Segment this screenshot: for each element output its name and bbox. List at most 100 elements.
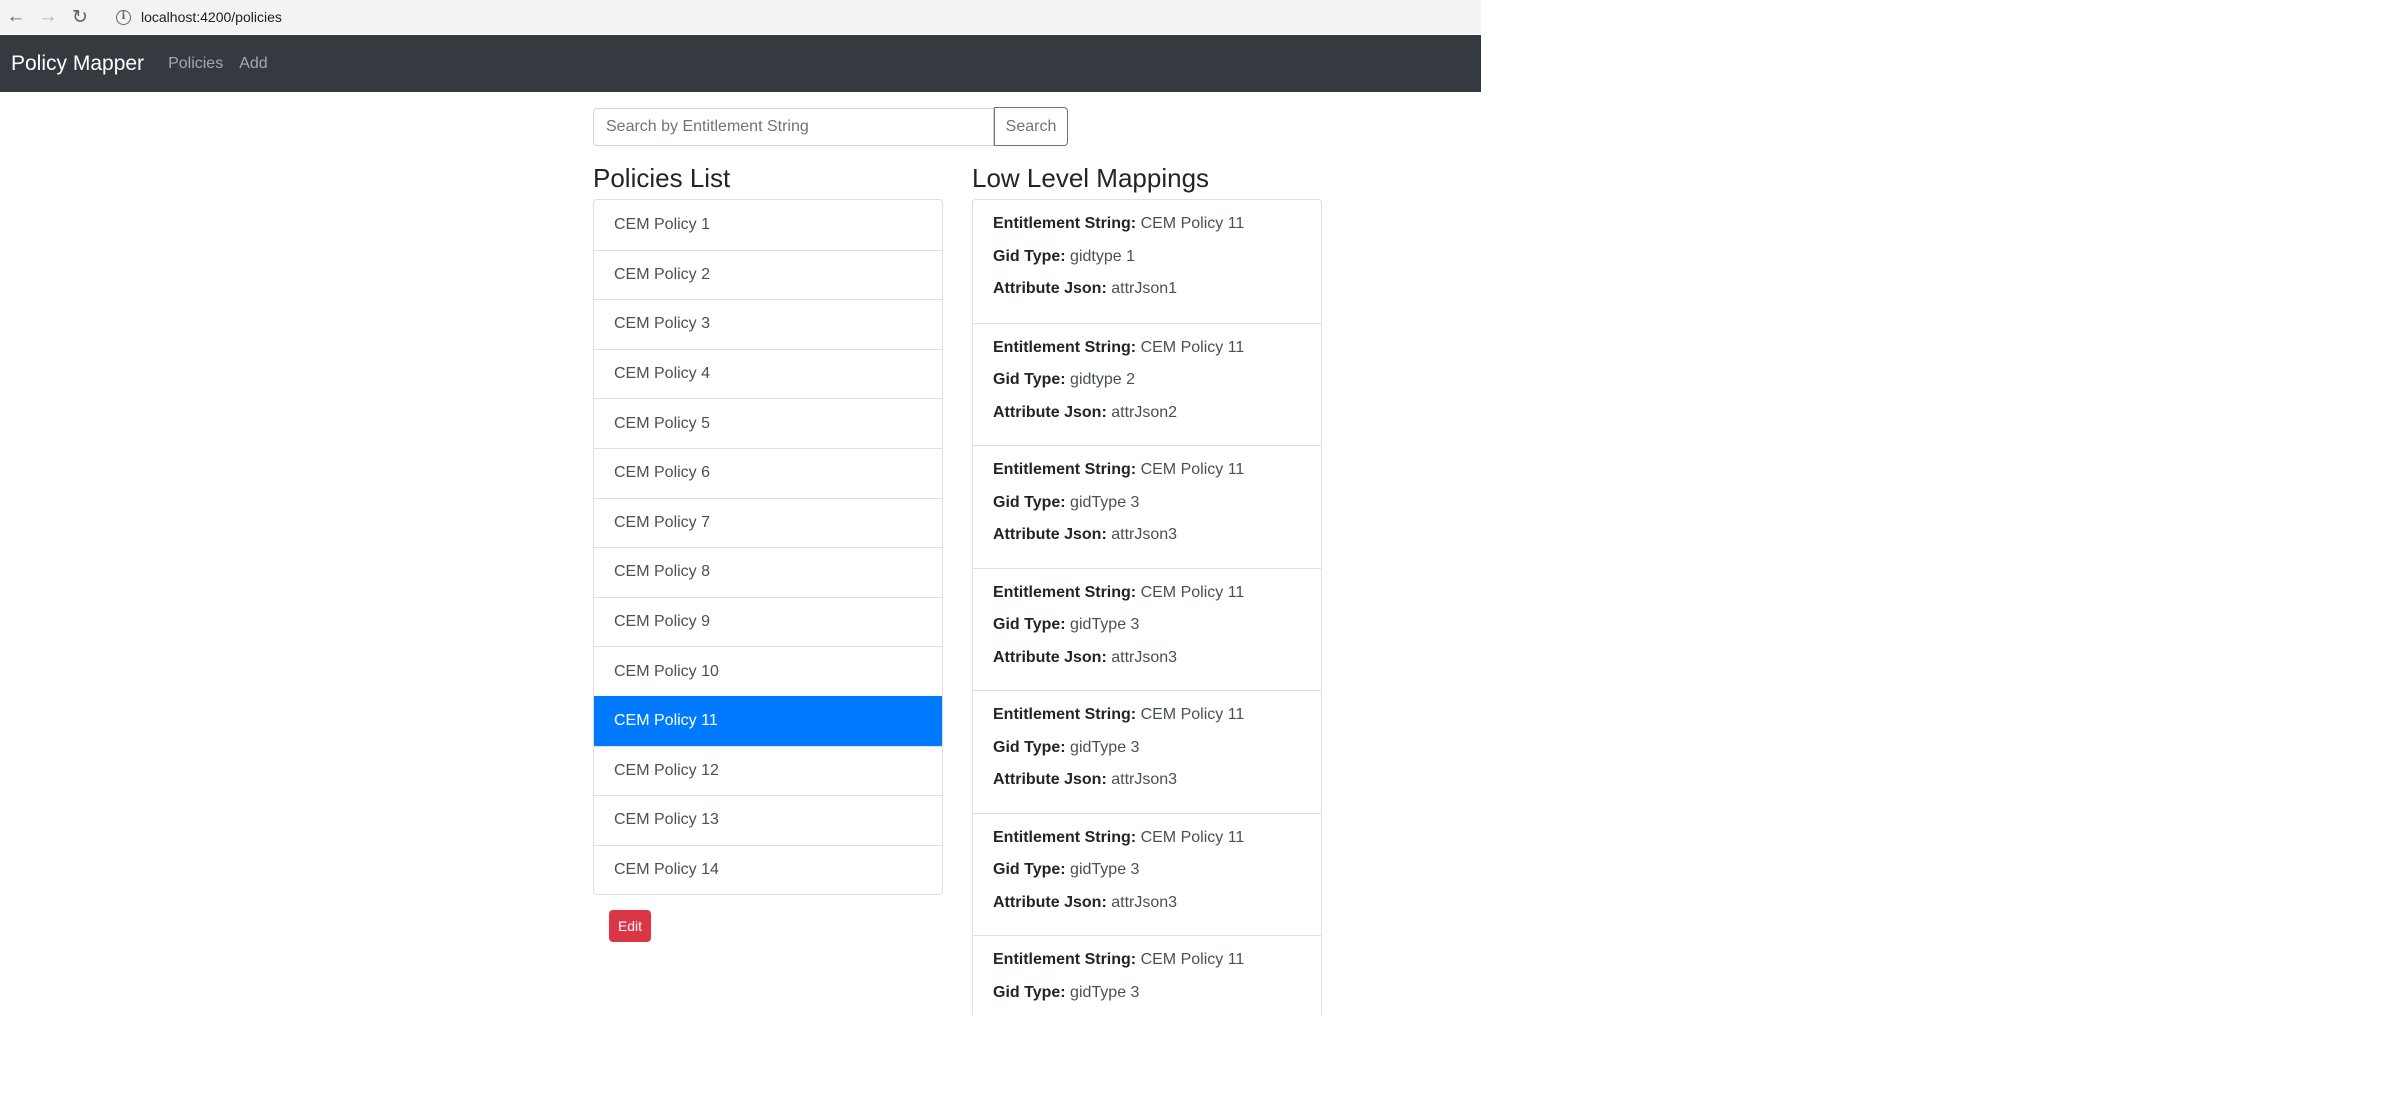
attribute-json-row-label: Attribute Json: [993,526,1107,543]
policies-heading: Policies List [593,163,731,193]
attribute-json-row: Attribute Json: attrJson3 [993,770,1301,803]
search-input[interactable] [593,108,994,146]
attribute-json-row-value: attrJson2 [1111,403,1178,421]
mapping-item: Entitlement String: CEM Policy 11 Gid Typ… [973,812,1321,936]
entitlement-row: Entitlement String: CEM Policy 11 [993,583,1301,616]
mapping-item: Entitlement String: CEM Policy 11 Gid Typ… [973,567,1321,691]
mappings-list: Entitlement String: CEM Policy 11 Gid Typ… [972,199,1322,1015]
entitlement-row-value: CEM Policy 11 [1140,461,1245,478]
gid-type-row: Gid Type: gidType 3 [993,615,1301,648]
attribute-json-row-label: Attribute Json: [993,403,1107,421]
policy-list-item[interactable]: CEM Policy 10 [594,646,942,696]
gid-type-row-label: Gid Type: [993,616,1066,633]
entitlement-row: Entitlement String: CEM Policy 11 [993,214,1301,247]
policy-list-item[interactable]: CEM Policy 11 [594,695,942,746]
attribute-json-row-value: attrJson3 [1111,893,1178,911]
browser-toolbar: ← → ↻ i localhost:4200/policies [0,0,1481,34]
entitlement-row: Entitlement String: CEM Policy 11 [993,828,1301,861]
gid-type-row: Gid Type: gidtype 1 [993,247,1301,280]
attribute-json-row: Attribute Json: attrJson3 [993,893,1301,926]
entitlement-row: Entitlement String: CEM Policy 11 [993,705,1301,738]
policies-list: CEM Policy 1 CEM Policy 2 CEM Policy 3 CEM … [593,199,943,896]
mapping-item: Entitlement String: CEM Policy 11 Gid Typ… [973,200,1321,323]
gid-type-row: Gid Type: gidType 3 [993,860,1301,893]
gid-type-row-label: Gid Type: [993,983,1066,1001]
attribute-json-row: Attribute Json: attrJson1 [993,279,1301,312]
gid-type-row-value: gidType 3 [1070,616,1140,633]
policy-list-item[interactable]: CEM Policy 2 [594,249,942,300]
address-bar[interactable]: i localhost:4200/policies [104,4,294,30]
gid-type-row-value: gidType 3 [1070,983,1140,1001]
forward-arrow-icon[interactable]: → [32,0,64,34]
gid-type-row-label: Gid Type: [993,738,1066,756]
policy-list-item[interactable]: CEM Policy 5 [594,398,942,448]
entitlement-row-value: CEM Policy 11 [1140,828,1245,846]
gid-type-row: Gid Type: gidtype 2 [993,370,1301,403]
info-icon[interactable]: i [116,9,131,25]
gid-type-row-value: gidType 3 [1070,738,1140,756]
mapping-item: Entitlement String: CEM Policy 11 Gid Typ… [973,445,1321,568]
entitlement-row-label: Entitlement String: [993,706,1137,723]
policy-list-item[interactable]: CEM Policy 14 [594,844,942,895]
attribute-json-row-value: attrJson3 [1111,648,1178,666]
gid-type-row-value: gidtype 1 [1070,247,1135,265]
reload-icon[interactable]: ↻ [64,0,96,34]
policy-list-item[interactable]: CEM Policy 13 [594,795,942,845]
viewport: ← → ↻ i localhost:4200/policies Policy M… [0,0,2387,1093]
app-navbar: Policy Mapper Policies Add [0,35,1481,92]
attribute-json-row-value: attrJson3 [1111,771,1178,788]
gid-type-row-value: gidType 3 [1070,861,1140,878]
entitlement-row-label: Entitlement String: [993,215,1137,232]
policy-list-item[interactable]: CEM Policy 9 [594,596,942,647]
attribute-json-row: Attribute Json: attrJson2 [993,403,1301,436]
policy-list-item[interactable]: CEM Policy 3 [594,299,942,349]
entitlement-row: Entitlement String: CEM Policy 11 [993,950,1301,983]
entitlement-row-label: Entitlement String: [993,951,1137,968]
entitlement-row-value: CEM Policy 11 [1140,706,1245,723]
entitlement-row-value: CEM Policy 11 [1140,338,1245,356]
attribute-json-row-value: attrJson1 [1111,280,1178,297]
entitlement-row: Entitlement String: CEM Policy 11 [993,338,1301,371]
policy-list-item[interactable]: CEM Policy 6 [594,447,942,498]
search-button[interactable]: Search [994,107,1068,146]
entitlement-row-label: Entitlement String: [993,583,1137,601]
attribute-json-row: Attribute Json: attrJson3 [993,648,1301,681]
attribute-json-row-label: Attribute Json: [993,280,1107,297]
gid-type-row: Gid Type: gidType 3 [993,738,1301,771]
attribute-json-row-value: attrJson3 [1111,526,1178,543]
entitlement-row: Entitlement String: CEM Policy 11 [993,460,1301,493]
url-text: localhost:4200/policies [141,9,282,25]
policy-list-item[interactable]: CEM Policy 8 [594,547,942,597]
entitlement-row-label: Entitlement String: [993,461,1137,478]
attribute-json-row: Attribute Json: attrJson3 [993,525,1301,558]
gid-type-row-value: gidType 3 [1070,493,1140,511]
edit-button[interactable]: Edit [609,910,651,942]
back-arrow-icon[interactable]: ← [0,0,32,34]
mapping-item: Entitlement String: CEM Policy 11 Gid Typ… [973,690,1321,813]
policy-list-item[interactable]: CEM Policy 12 [594,745,942,796]
nav-link-add[interactable]: Add [239,55,267,73]
nav-link-policies[interactable]: Policies [168,55,223,73]
attribute-json-row-label: Attribute Json: [993,648,1107,666]
mapping-item: Entitlement String: CEM Policy 11 Gid Typ… [973,935,1321,1015]
policy-list-item[interactable]: CEM Policy 1 [594,200,942,250]
attribute-json-row-label: Attribute Json: [993,771,1107,788]
gid-type-row-label: Gid Type: [993,247,1066,265]
gid-type-row-label: Gid Type: [993,493,1066,511]
policy-list-item[interactable]: CEM Policy 7 [594,497,942,548]
entitlement-row-value: CEM Policy 11 [1140,215,1245,232]
policy-list-item[interactable]: CEM Policy 4 [594,348,942,399]
gid-type-row: Gid Type: gidType 3 [993,983,1301,1016]
gid-type-row-label: Gid Type: [993,371,1066,388]
mappings-heading: Low Level Mappings [972,163,1210,193]
navbar-brand[interactable]: Policy Mapper [11,52,144,76]
entitlement-row-label: Entitlement String: [993,338,1137,356]
gid-type-row-label: Gid Type: [993,861,1066,878]
gid-type-row: Gid Type: gidType 3 [993,493,1301,526]
attribute-json-row-label: Attribute Json: [993,893,1107,911]
entitlement-row-value: CEM Policy 11 [1140,951,1245,968]
entitlement-row-label: Entitlement String: [993,828,1137,846]
mapping-item: Entitlement String: CEM Policy 11 Gid Typ… [973,322,1321,446]
gid-type-row-value: gidtype 2 [1070,371,1135,388]
entitlement-row-value: CEM Policy 11 [1140,583,1245,601]
